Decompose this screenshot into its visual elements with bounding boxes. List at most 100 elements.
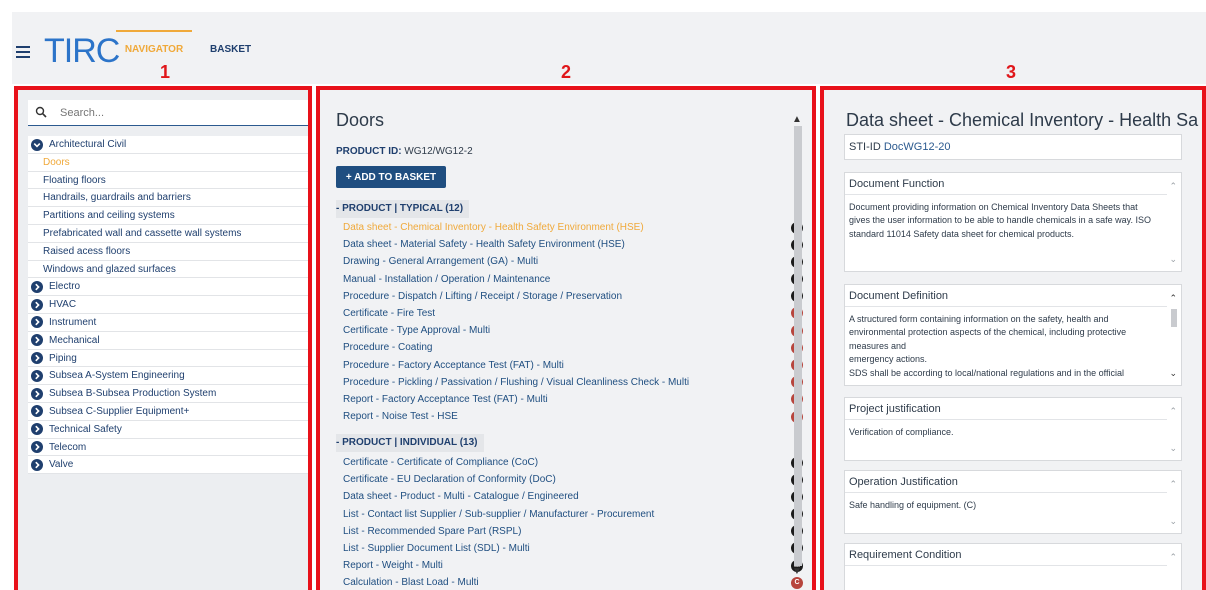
chevron-down-icon[interactable]: ▼	[792, 566, 802, 577]
operation-justification-title: Operation Justification	[845, 471, 1167, 493]
chevron-up-icon[interactable]: ⌃	[1169, 552, 1177, 563]
product-panel: Doors PRODUCT ID: WG12/WG12-2 + ADD TO B…	[316, 86, 816, 590]
document-row[interactable]: List - Supplier Document List (SDL) - Mu…	[343, 540, 803, 557]
add-to-basket-button[interactable]: + ADD TO BASKET	[336, 166, 446, 188]
document-row[interactable]: Data sheet - Material Safety - Health Sa…	[343, 236, 803, 253]
document-link[interactable]: Drawing - General Arrangement (GA) - Mul…	[343, 256, 538, 267]
chevron-right-icon[interactable]	[31, 458, 43, 471]
document-definition-text-3: SDS shall be according to local/national…	[849, 367, 1125, 378]
tree-item-raised-acess-floors[interactable]: Raised acess floors	[28, 242, 308, 261]
tree-category-valve[interactable]: Valve	[28, 456, 308, 475]
chevron-down-icon[interactable]: ⌄	[1169, 254, 1177, 265]
detail-panel: Data sheet - Chemical Inventory - Health…	[820, 86, 1206, 590]
tree-category-electro[interactable]: Electro	[28, 278, 308, 297]
category-tree: Architectural Civil Doors Floating floors H…	[28, 136, 308, 475]
chevron-right-icon[interactable]	[31, 423, 43, 436]
tree-category-architectural-civil[interactable]: Architectural Civil	[28, 136, 308, 154]
document-row[interactable]: Data sheet - Chemical Inventory - Health…	[343, 219, 803, 236]
tree-category-piping[interactable]: Piping	[28, 349, 308, 368]
document-link[interactable]: Report - Noise Test - HSE	[343, 411, 458, 422]
tree-category-subsea-c-supplier-equipment[interactable]: Subsea C-Supplier Equipment+	[28, 402, 308, 421]
document-link[interactable]: Procedure - Coating	[343, 342, 433, 353]
chevron-up-icon[interactable]: ⌃	[1169, 293, 1177, 304]
document-row[interactable]: Procedure - Dispatch / Lifting / Receipt…	[343, 288, 803, 305]
chevron-down-icon[interactable]	[31, 138, 43, 151]
document-row[interactable]: Data sheet - Product - Multi - Catalogue…	[343, 488, 803, 505]
chevron-right-icon[interactable]	[31, 334, 43, 347]
nav-tab-navigator[interactable]: NAVIGATOR	[116, 30, 192, 58]
document-link[interactable]: Procedure - Factory Acceptance Test (FAT…	[343, 360, 564, 371]
document-link[interactable]: Procedure - Dispatch / Lifting / Receipt…	[343, 291, 622, 302]
document-row[interactable]: Procedure - Pickling / Passivation / Flu…	[343, 374, 803, 391]
document-row[interactable]: Report - Factory Acceptance Test (FAT) -…	[343, 391, 803, 408]
document-link[interactable]: Report - Factory Acceptance Test (FAT) -…	[343, 394, 548, 405]
chevron-right-icon[interactable]	[31, 316, 43, 329]
chevron-right-icon[interactable]	[31, 441, 43, 454]
document-row[interactable]: Report - Weight - MultiM	[343, 557, 803, 574]
tree-item-partitions-and-ceiling-systems[interactable]: Partitions and ceiling systems	[28, 207, 308, 225]
document-row[interactable]: Manual - Installation / Operation / Main…	[343, 271, 803, 288]
document-row[interactable]: List - Recommended Spare Part (RSPL)M	[343, 523, 803, 540]
section-header-individual[interactable]: - PRODUCT | INDIVIDUAL (13)	[336, 434, 484, 452]
document-link[interactable]: Certificate - Fire Test	[343, 308, 435, 319]
tree-item-handrails-guardrails-and-barriers[interactable]: Handrails, guardrails and barriers	[28, 189, 308, 208]
document-row[interactable]: Procedure - CoatingC	[343, 339, 803, 356]
chevron-down-icon[interactable]: ⌄	[1169, 516, 1177, 527]
chevron-right-icon[interactable]	[31, 280, 43, 293]
scrollbar-thumb[interactable]	[1171, 309, 1177, 327]
tree-category-subsea-a-system-engineering[interactable]: Subsea A-System Engineering	[28, 367, 308, 386]
document-link[interactable]: List - Supplier Document List (SDL) - Mu…	[343, 543, 530, 554]
document-row[interactable]: Drawing - General Arrangement (GA) - Mul…	[343, 253, 803, 270]
document-link[interactable]: Certificate - Type Approval - Multi	[343, 325, 490, 336]
document-link[interactable]: Certificate - Certificate of Compliance …	[343, 457, 538, 468]
document-row[interactable]: Certificate - Type Approval - MultiC	[343, 322, 803, 339]
scrollbar-thumb[interactable]	[794, 126, 802, 566]
tree-category-telecom[interactable]: Telecom	[28, 438, 308, 457]
chevron-up-icon[interactable]: ⌃	[1169, 181, 1177, 192]
document-link[interactable]: Report - Weight - Multi	[343, 560, 443, 571]
search-icon	[35, 106, 47, 118]
tree-item-label: Subsea A-System Engineering	[49, 370, 185, 382]
document-link[interactable]: Data sheet - Product - Multi - Catalogue…	[343, 491, 579, 502]
tree-category-hvac[interactable]: HVAC	[28, 296, 308, 314]
tree-item-windows-and-glazed-surfaces[interactable]: Windows and glazed surfaces	[28, 260, 308, 279]
tree-item-doors[interactable]: Doors	[28, 153, 308, 172]
document-link[interactable]: Calculation - Blast Load - Multi	[343, 577, 479, 588]
chevron-down-icon[interactable]: ⌄	[1169, 368, 1177, 379]
document-row[interactable]: Procedure - Factory Acceptance Test (FAT…	[343, 357, 803, 374]
chevron-up-icon[interactable]: ▲	[792, 114, 802, 125]
tree-category-instrument[interactable]: Instrument	[28, 313, 308, 332]
document-row[interactable]: Certificate - Certificate of Compliance …	[343, 454, 803, 471]
document-link[interactable]: Certificate - EU Declaration of Conformi…	[343, 474, 556, 485]
tree-category-mechanical[interactable]: Mechanical	[28, 331, 308, 350]
document-row[interactable]: Certificate - Fire TestC	[343, 305, 803, 322]
chevron-right-icon[interactable]	[31, 352, 43, 365]
chevron-right-icon[interactable]	[31, 387, 43, 400]
chevron-up-icon[interactable]: ⌃	[1169, 406, 1177, 417]
section-header-typical[interactable]: - PRODUCT | TYPICAL (12)	[336, 200, 470, 218]
document-row[interactable]: Report - Noise Test - HSEC	[343, 408, 803, 425]
tree-item-prefabricated-wall-and-cassette-wall-systems[interactable]: Prefabricated wall and cassette wall sys…	[28, 224, 308, 243]
menu-icon[interactable]	[16, 46, 30, 61]
chevron-right-icon[interactable]	[31, 405, 43, 418]
tree-item-floating-floors[interactable]: Floating floors	[28, 171, 308, 190]
chevron-right-icon[interactable]	[31, 298, 43, 311]
document-link[interactable]: Data sheet - Chemical Inventory - Health…	[343, 222, 644, 233]
nav-tab-basket[interactable]: BASKET	[210, 44, 251, 55]
document-row[interactable]: Calculation - Blast Load - Multi C	[343, 574, 803, 590]
document-link[interactable]: Manual - Installation / Operation / Main…	[343, 274, 550, 285]
document-link[interactable]: Data sheet - Material Safety - Health Sa…	[343, 239, 625, 250]
chevron-down-icon[interactable]: ⌄	[1169, 443, 1177, 454]
document-link[interactable]: List - Contact list Supplier / Sub-suppl…	[343, 509, 654, 520]
tree-category-subsea-b-subsea-production-system[interactable]: Subsea B-Subsea Production System	[28, 385, 308, 403]
document-row[interactable]: Certificate - EU Declaration of Conformi…	[343, 471, 803, 488]
operation-justification-text: Safe handling of equipment. (C)	[849, 500, 977, 510]
chevron-up-icon[interactable]: ⌃	[1169, 479, 1177, 490]
chevron-right-icon[interactable]	[31, 369, 43, 382]
product-scrollbar[interactable]: ▲ ▼	[792, 114, 802, 584]
tree-category-technical-safety[interactable]: Technical Safety	[28, 420, 308, 439]
document-link[interactable]: List - Recommended Spare Part (RSPL)	[343, 526, 521, 537]
document-row[interactable]: List - Contact list Supplier / Sub-suppl…	[343, 506, 803, 523]
document-link[interactable]: Procedure - Pickling / Passivation / Flu…	[343, 377, 689, 388]
search-input[interactable]	[60, 104, 290, 122]
